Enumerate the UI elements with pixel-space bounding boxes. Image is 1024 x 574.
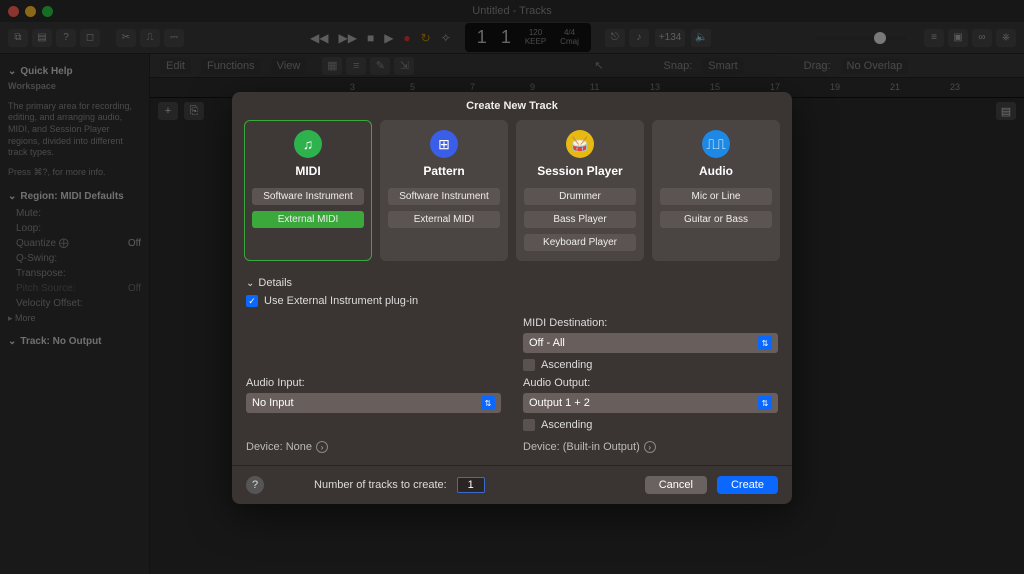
bass-player-button[interactable]: Bass Player bbox=[524, 211, 636, 228]
audio-input-label: Audio Input: bbox=[246, 377, 501, 389]
audio-icon: ⎍⎍ bbox=[702, 130, 730, 158]
audio-output-label: Audio Output: bbox=[523, 377, 778, 389]
popup-arrows-icon: ⇅ bbox=[481, 396, 495, 410]
midi-software-instrument-button[interactable]: Software Instrument bbox=[252, 188, 364, 205]
device-arrow-icon[interactable]: › bbox=[644, 441, 656, 453]
use-external-label: Use External Instrument plug-in bbox=[264, 295, 418, 307]
audio-output-popup[interactable]: Output 1 + 2 ⇅ bbox=[523, 393, 778, 413]
popup-arrows-icon: ⇅ bbox=[758, 396, 772, 410]
midi-dest-popup[interactable]: Off - All ⇅ bbox=[523, 333, 778, 353]
dialog-title: Create New Track bbox=[232, 92, 792, 120]
ascending-midi-checkbox[interactable] bbox=[523, 359, 535, 371]
session-player-icon: 🥁 bbox=[566, 130, 594, 158]
help-button[interactable]: ? bbox=[246, 476, 264, 494]
use-external-checkbox[interactable]: ✓ bbox=[246, 295, 258, 307]
device-arrow-icon[interactable]: › bbox=[316, 441, 328, 453]
num-tracks-label: Number of tracks to create: bbox=[314, 479, 447, 491]
mic-or-line-button[interactable]: Mic or Line bbox=[660, 188, 772, 205]
details-disclosure[interactable]: Details bbox=[246, 277, 778, 289]
pattern-software-instrument-button[interactable]: Software Instrument bbox=[388, 188, 500, 205]
keyboard-player-button[interactable]: Keyboard Player bbox=[524, 234, 636, 251]
track-type-session-player[interactable]: 🥁 Session Player Drummer Bass Player Key… bbox=[516, 120, 644, 261]
guitar-or-bass-button[interactable]: Guitar or Bass bbox=[660, 211, 772, 228]
audio-input-popup[interactable]: No Input ⇅ bbox=[246, 393, 501, 413]
popup-arrows-icon: ⇅ bbox=[758, 336, 772, 350]
pattern-external-midi-button[interactable]: External MIDI bbox=[388, 211, 500, 228]
device-none: Device: None› bbox=[246, 441, 501, 453]
drummer-button[interactable]: Drummer bbox=[524, 188, 636, 205]
ascending-output-checkbox[interactable] bbox=[523, 419, 535, 431]
midi-dest-label: MIDI Destination: bbox=[523, 317, 778, 329]
track-type-audio[interactable]: ⎍⎍ Audio Mic or Line Guitar or Bass bbox=[652, 120, 780, 261]
midi-icon: ♫ bbox=[294, 130, 322, 158]
track-type-midi[interactable]: ♫ MIDI Software Instrument External MIDI bbox=[244, 120, 372, 261]
create-new-track-dialog: Create New Track ♫ MIDI Software Instrum… bbox=[232, 92, 792, 504]
midi-external-midi-button[interactable]: External MIDI bbox=[252, 211, 364, 228]
pattern-icon: ⊞ bbox=[430, 130, 458, 158]
num-tracks-input[interactable]: 1 bbox=[457, 477, 485, 493]
device-builtin: Device: (Built-in Output)› bbox=[523, 441, 778, 453]
track-type-pattern[interactable]: ⊞ Pattern Software Instrument External M… bbox=[380, 120, 508, 261]
cancel-button[interactable]: Cancel bbox=[645, 476, 707, 494]
create-button[interactable]: Create bbox=[717, 476, 778, 494]
